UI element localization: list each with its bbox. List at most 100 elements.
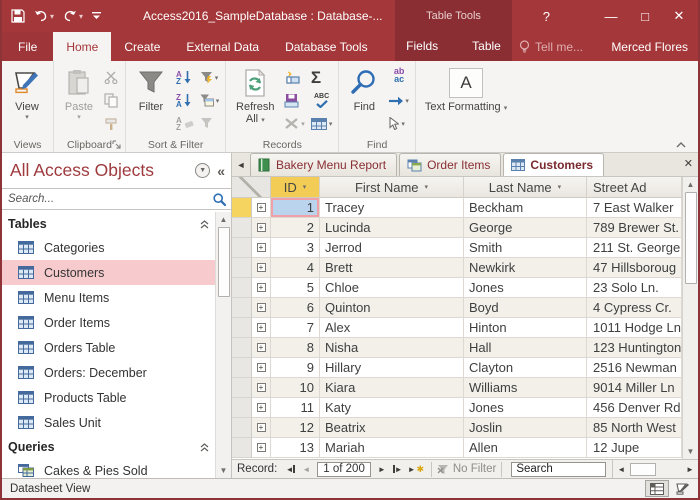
record-selector[interactable] — [232, 358, 252, 378]
cell-last-name[interactable]: Newkirk — [464, 258, 587, 278]
cell-street-address[interactable]: 123 Huntington — [587, 338, 682, 358]
nav-item-orders-december[interactable]: Orders: December — [2, 360, 215, 385]
cell-id[interactable]: 6 — [271, 298, 320, 318]
record-selector[interactable] — [232, 318, 252, 338]
cell-id[interactable]: 5 — [271, 278, 320, 298]
user-name[interactable]: Merced Flores — [611, 32, 688, 61]
record-selector[interactable] — [232, 298, 252, 318]
column-header-id[interactable]: ID▾ — [271, 177, 320, 198]
nav-scrollbar[interactable]: ▲ ▼ — [215, 212, 231, 478]
cell-first-name[interactable]: Beatrix — [320, 418, 464, 438]
cell-id[interactable]: 1 — [271, 198, 320, 218]
cell-first-name[interactable]: Quinton — [320, 298, 464, 318]
scroll-right-icon[interactable]: ► — [682, 465, 698, 474]
record-search-input[interactable] — [511, 462, 606, 477]
cell-first-name[interactable]: Kiara — [320, 378, 464, 398]
record-selector[interactable] — [232, 198, 252, 218]
cell-id[interactable]: 10 — [271, 378, 320, 398]
nav-item-order-items[interactable]: Order Items — [2, 310, 215, 335]
remove-sort-button[interactable]: AZ — [174, 113, 196, 134]
cell-id[interactable]: 2 — [271, 218, 320, 238]
design-view-button[interactable] — [671, 480, 695, 497]
nav-item-sales-unit[interactable]: Sales Unit — [2, 410, 215, 435]
tab-file[interactable]: File — [2, 32, 53, 61]
cell-first-name[interactable]: Lucinda — [320, 218, 464, 238]
cell-last-name[interactable]: Williams — [464, 378, 587, 398]
cell-first-name[interactable]: Chloe — [320, 278, 464, 298]
selection-filter-button[interactable]: ▾ — [198, 67, 222, 88]
cell-first-name[interactable]: Tracey — [320, 198, 464, 218]
refresh-all-button[interactable]: RefreshAll ▾ — [230, 64, 280, 136]
search-icon[interactable] — [212, 192, 227, 207]
record-selector[interactable] — [232, 218, 252, 238]
view-button[interactable]: View ▾ — [6, 64, 48, 136]
sort-descending-button[interactable]: ZA — [174, 90, 196, 111]
cell-last-name[interactable]: Clayton — [464, 358, 587, 378]
cell-first-name[interactable]: Brett — [320, 258, 464, 278]
copy-button[interactable] — [102, 90, 121, 111]
cell-first-name[interactable]: Hillary — [320, 358, 464, 378]
previous-record-button[interactable]: ◄ — [298, 465, 314, 474]
new-record-nav-button[interactable]: ►✱ — [406, 464, 426, 475]
nav-item-categories[interactable]: Categories — [2, 235, 215, 260]
horizontal-scrollbar-thumb[interactable] — [630, 463, 656, 476]
nav-item-products-table[interactable]: Products Table — [2, 385, 215, 410]
expand-cell[interactable]: + — [252, 218, 271, 238]
cell-last-name[interactable]: Jones — [464, 398, 587, 418]
collapse-section-icon[interactable] — [200, 443, 209, 452]
tab-create[interactable]: Create — [111, 32, 173, 61]
collapse-section-icon[interactable] — [200, 220, 209, 229]
cell-last-name[interactable]: Beckham — [464, 198, 587, 218]
expand-cell[interactable]: + — [252, 398, 271, 418]
replace-button[interactable]: ab ac — [387, 67, 411, 88]
select-button[interactable]: ▾ — [387, 113, 411, 134]
cell-last-name[interactable]: Hinton — [464, 318, 587, 338]
tab-database-tools[interactable]: Database Tools — [272, 32, 381, 61]
collapse-ribbon-button[interactable] — [676, 142, 686, 148]
record-selector[interactable] — [232, 278, 252, 298]
cell-street-address[interactable]: 211 St. George — [587, 238, 682, 258]
expand-cell[interactable]: + — [252, 278, 271, 298]
cell-id[interactable]: 12 — [271, 418, 320, 438]
nav-section-header[interactable]: Tables — [2, 212, 215, 235]
cell-id[interactable]: 8 — [271, 338, 320, 358]
cell-first-name[interactable]: Nisha — [320, 338, 464, 358]
record-selector[interactable] — [232, 378, 252, 398]
expand-cell[interactable]: + — [252, 258, 271, 278]
cell-street-address[interactable]: 23 Solo Ln. — [587, 278, 682, 298]
cell-street-address[interactable]: 12 Jupe — [587, 438, 682, 458]
nav-item-orders-table[interactable]: Orders Table — [2, 335, 215, 360]
last-record-button[interactable]: ► — [390, 465, 406, 474]
cell-last-name[interactable]: Hall — [464, 338, 587, 358]
save-button[interactable] — [11, 9, 25, 23]
record-selector[interactable] — [232, 258, 252, 278]
scroll-left-icon[interactable]: ◄ — [613, 465, 629, 474]
cell-last-name[interactable]: Joslin — [464, 418, 587, 438]
new-record-button[interactable] — [282, 67, 307, 88]
nav-section-header[interactable]: Queries — [2, 435, 215, 458]
scroll-up-icon[interactable]: ▲ — [683, 177, 698, 192]
filter-button[interactable]: Filter — [130, 64, 172, 136]
text-formatting-button[interactable]: A Text Formatting ▾ — [420, 64, 512, 136]
cell-id[interactable]: 7 — [271, 318, 320, 338]
cell-last-name[interactable]: Jones — [464, 278, 587, 298]
maximize-button[interactable]: □ — [628, 0, 662, 32]
datasheet-vertical-scrollbar[interactable]: ▲ ▼ — [682, 177, 698, 459]
expand-cell[interactable]: + — [252, 298, 271, 318]
column-header-last-name[interactable]: Last Name▾ — [464, 177, 587, 198]
close-button[interactable]: ✕ — [662, 0, 696, 32]
nav-item-menu-items[interactable]: Menu Items — [2, 285, 215, 310]
cell-street-address[interactable]: 789 Brewer St. — [587, 218, 682, 238]
close-document-icon[interactable]: ✕ — [684, 157, 693, 170]
scroll-up-icon[interactable]: ▲ — [216, 212, 231, 227]
sort-ascending-button[interactable]: AZ — [174, 67, 196, 88]
cell-id[interactable]: 3 — [271, 238, 320, 258]
save-record-button[interactable] — [282, 90, 307, 111]
toggle-filter-button[interactable] — [198, 113, 222, 134]
expand-cell[interactable]: + — [252, 318, 271, 338]
cut-button[interactable] — [102, 67, 121, 88]
nav-item-customers[interactable]: Customers — [2, 260, 215, 285]
cell-first-name[interactable]: Katy — [320, 398, 464, 418]
format-painter-button[interactable] — [102, 113, 121, 134]
doc-tab-order-items[interactable]: Order Items — [399, 153, 501, 176]
